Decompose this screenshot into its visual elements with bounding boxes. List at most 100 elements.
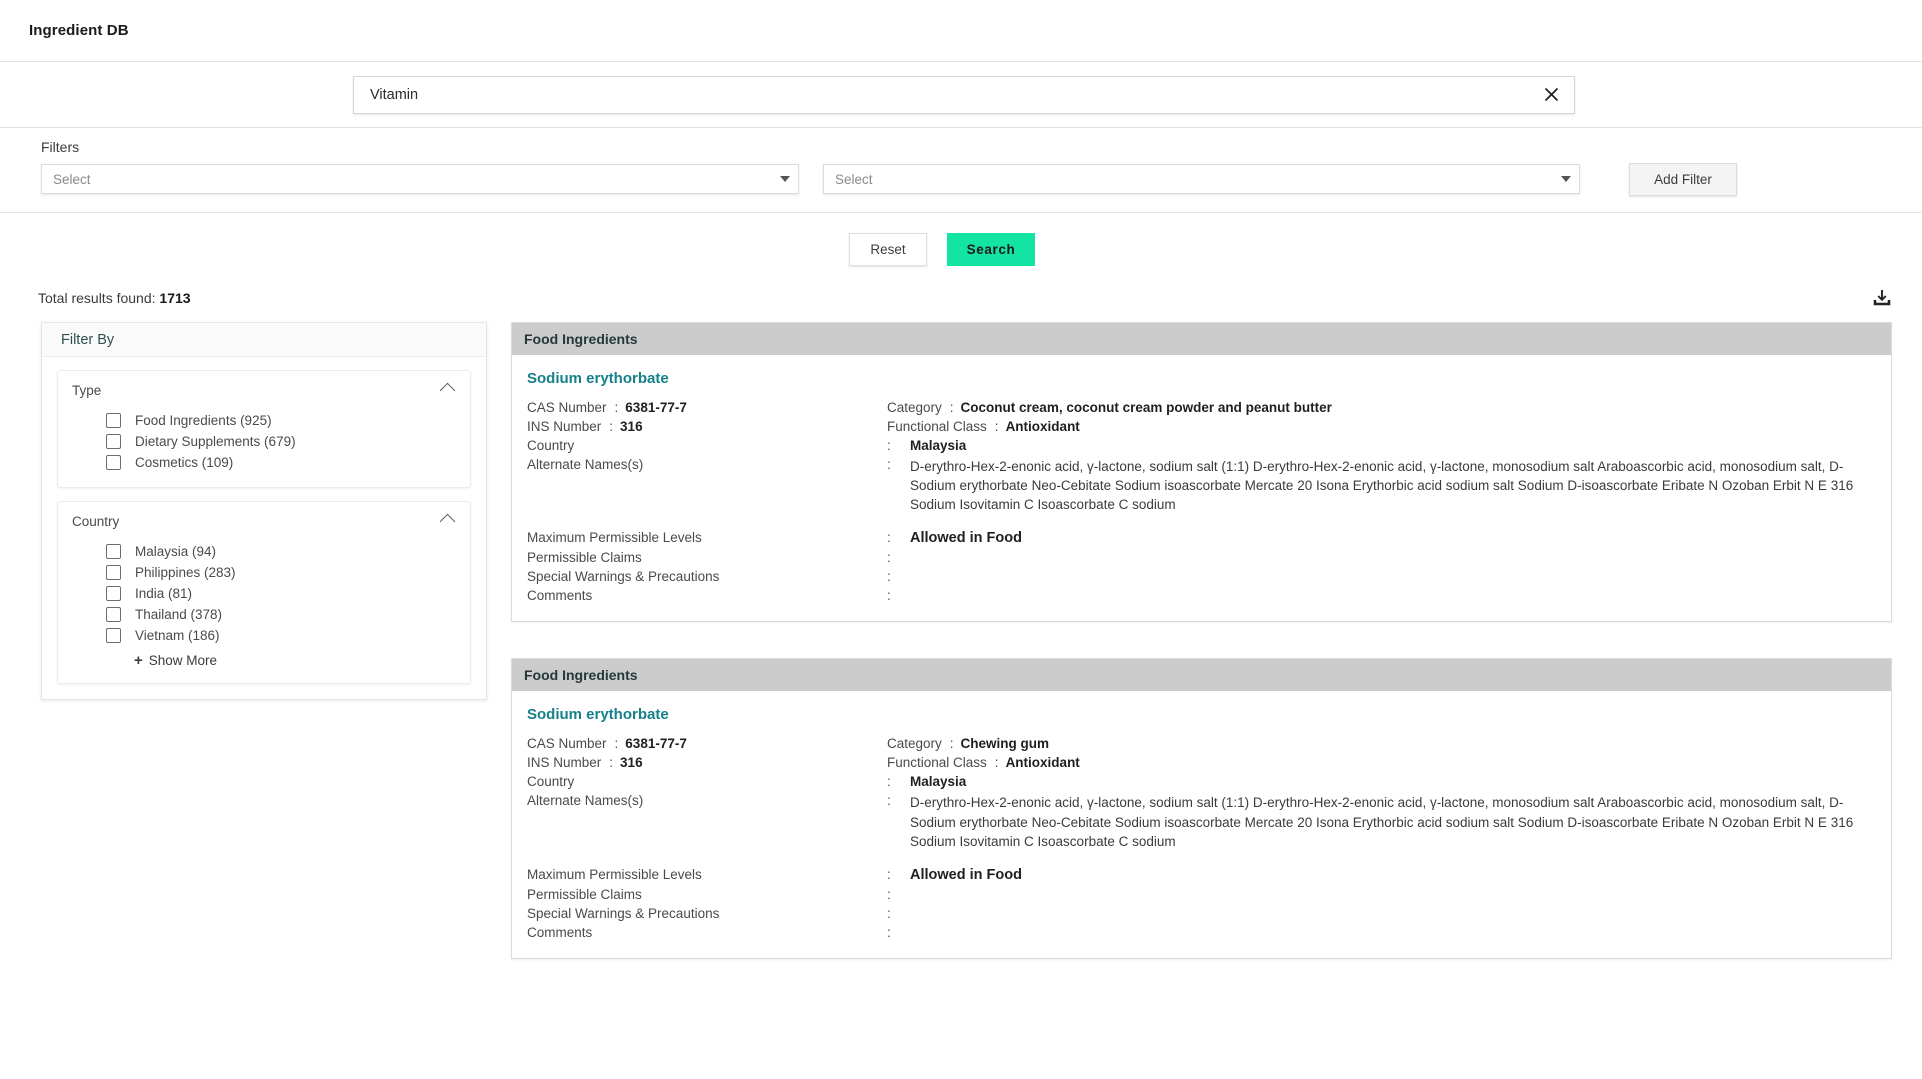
facet-option-cosmetics[interactable]: Cosmetics (109) bbox=[72, 452, 456, 473]
value-max-permissible-levels: Allowed in Food bbox=[910, 867, 1022, 883]
value-country: Malaysia bbox=[910, 774, 966, 789]
detail-row-country: Country : Malaysia bbox=[527, 774, 1873, 789]
filter-value-select[interactable]: Select bbox=[823, 164, 1580, 194]
label-country: Country bbox=[527, 438, 574, 453]
colon: : bbox=[950, 736, 954, 751]
results-count-label: Total results found: bbox=[38, 290, 156, 306]
checkbox[interactable] bbox=[106, 544, 121, 559]
clear-search-button[interactable] bbox=[1538, 82, 1564, 108]
checkbox[interactable] bbox=[106, 607, 121, 622]
facet-option-malaysia[interactable]: Malaysia (94) bbox=[72, 541, 456, 562]
value-country: Malaysia bbox=[910, 438, 966, 453]
facet-country-title: Country bbox=[72, 514, 119, 529]
facet-option-dietary-supplements[interactable]: Dietary Supplements (679) bbox=[72, 431, 456, 452]
label-category: Category bbox=[887, 400, 942, 415]
value-functional-class: Antioxidant bbox=[1006, 419, 1080, 434]
facet-option-label: Cosmetics (109) bbox=[135, 455, 233, 470]
filter-field-select[interactable]: Select bbox=[41, 164, 799, 194]
facet-option-india[interactable]: India (81) bbox=[72, 583, 456, 604]
label-max-permissible-levels: Maximum Permissible Levels bbox=[527, 530, 702, 545]
facet-option-philippines[interactable]: Philippines (283) bbox=[72, 562, 456, 583]
colon: : bbox=[609, 755, 613, 770]
app-header: Ingredient DB bbox=[0, 0, 1922, 62]
filter-value-select-placeholder: Select bbox=[835, 172, 1561, 187]
facet-type-title: Type bbox=[72, 383, 101, 398]
facet-country-header[interactable]: Country bbox=[72, 514, 456, 529]
chevron-up-icon[interactable] bbox=[440, 514, 456, 530]
facet-option-label: India (81) bbox=[135, 586, 192, 601]
reset-button[interactable]: Reset bbox=[849, 233, 927, 266]
facet-option-food-ingredients[interactable]: Food Ingredients (925) bbox=[72, 410, 456, 431]
detail-row-max-levels: Maximum Permissible Levels : Allowed in … bbox=[527, 867, 1873, 883]
result-section-header: Food Ingredients bbox=[512, 659, 1891, 691]
result-card: Food Ingredients Sodium erythorbate CAS … bbox=[511, 658, 1892, 958]
value-ins-number: 316 bbox=[620, 755, 643, 770]
chevron-down-icon bbox=[780, 176, 790, 182]
show-more-button[interactable]: + Show More bbox=[72, 652, 456, 669]
value-category: Coconut cream, coconut cream powder and … bbox=[961, 400, 1332, 415]
checkbox[interactable] bbox=[106, 565, 121, 580]
facet-option-label: Philippines (283) bbox=[135, 565, 236, 580]
detail-row-alternate-names: Alternate Names(s) : D-erythro-Hex-2-eno… bbox=[527, 793, 1873, 850]
ingredient-name-link[interactable]: Sodium erythorbate bbox=[527, 706, 1873, 723]
detail-row-cas-category: CAS Number : 6381-77-7 Category : Chewin… bbox=[527, 736, 1873, 751]
facet-option-thailand[interactable]: Thailand (378) bbox=[72, 604, 456, 625]
results-list: Food Ingredients Sodium erythorbate CAS … bbox=[511, 322, 1892, 995]
show-more-label: Show More bbox=[149, 653, 217, 668]
label-country: Country bbox=[527, 774, 574, 789]
search-box[interactable] bbox=[353, 76, 1575, 114]
download-icon[interactable] bbox=[1872, 288, 1892, 308]
chevron-up-icon[interactable] bbox=[440, 383, 456, 399]
results-count-value: 1713 bbox=[159, 290, 190, 306]
add-filter-button[interactable]: Add Filter bbox=[1629, 163, 1737, 196]
close-icon bbox=[1543, 86, 1560, 103]
detail-row-comments: Comments : bbox=[527, 588, 1873, 603]
label-special-warnings: Special Warnings & Precautions bbox=[527, 569, 719, 584]
label-ins-number: INS Number bbox=[527, 419, 601, 434]
label-comments: Comments bbox=[527, 588, 592, 603]
facet-option-vietnam[interactable]: Vietnam (186) bbox=[72, 625, 456, 646]
filters-section: Filters Select Select Add Filter bbox=[0, 128, 1922, 213]
facet-option-label: Vietnam (186) bbox=[135, 628, 220, 643]
colon: : bbox=[615, 400, 619, 415]
label-comments: Comments bbox=[527, 925, 592, 940]
value-ins-number: 316 bbox=[620, 419, 643, 434]
detail-row-comments: Comments : bbox=[527, 925, 1873, 940]
content-area: Filter By Type Food Ingredients (925) Di… bbox=[0, 308, 1922, 995]
colon: : bbox=[887, 906, 891, 921]
checkbox[interactable] bbox=[106, 455, 121, 470]
checkbox[interactable] bbox=[106, 586, 121, 601]
label-functional-class: Functional Class bbox=[887, 755, 987, 770]
facet-type: Type Food Ingredients (925) Dietary Supp… bbox=[57, 370, 471, 488]
facet-country: Country Malaysia (94) Philippines (283) … bbox=[57, 501, 471, 684]
colon: : bbox=[995, 419, 999, 434]
label-alternate-names: Alternate Names(s) bbox=[527, 793, 643, 808]
detail-row-warnings: Special Warnings & Precautions : bbox=[527, 906, 1873, 921]
ingredient-name-link[interactable]: Sodium erythorbate bbox=[527, 370, 1873, 387]
checkbox[interactable] bbox=[106, 434, 121, 449]
detail-row-max-levels: Maximum Permissible Levels : Allowed in … bbox=[527, 530, 1873, 546]
colon: : bbox=[950, 400, 954, 415]
value-category: Chewing gum bbox=[961, 736, 1050, 751]
facet-option-label: Thailand (378) bbox=[135, 607, 222, 622]
filters-label: Filters bbox=[41, 139, 1922, 155]
checkbox[interactable] bbox=[106, 628, 121, 643]
search-row bbox=[0, 62, 1922, 128]
colon: : bbox=[887, 925, 891, 940]
filter-sidebar: Filter By Type Food Ingredients (925) Di… bbox=[41, 322, 487, 700]
label-permissible-claims: Permissible Claims bbox=[527, 887, 642, 902]
checkbox[interactable] bbox=[106, 413, 121, 428]
plus-icon: + bbox=[134, 652, 143, 669]
colon: : bbox=[615, 736, 619, 751]
detail-row-ins-functional: INS Number : 316 Functional Class : Anti… bbox=[527, 755, 1873, 770]
colon: : bbox=[609, 419, 613, 434]
page-title: Ingredient DB bbox=[29, 22, 129, 39]
search-input[interactable] bbox=[368, 77, 1538, 113]
facet-option-label: Dietary Supplements (679) bbox=[135, 434, 296, 449]
colon: : bbox=[887, 530, 891, 545]
result-card: Food Ingredients Sodium erythorbate CAS … bbox=[511, 322, 1892, 622]
value-alternate-names: D-erythro-Hex-2-enonic acid, γ-lactone, … bbox=[910, 793, 1873, 850]
search-button[interactable]: Search bbox=[947, 233, 1035, 266]
facet-option-label: Food Ingredients (925) bbox=[135, 413, 272, 428]
facet-type-header[interactable]: Type bbox=[72, 383, 456, 398]
